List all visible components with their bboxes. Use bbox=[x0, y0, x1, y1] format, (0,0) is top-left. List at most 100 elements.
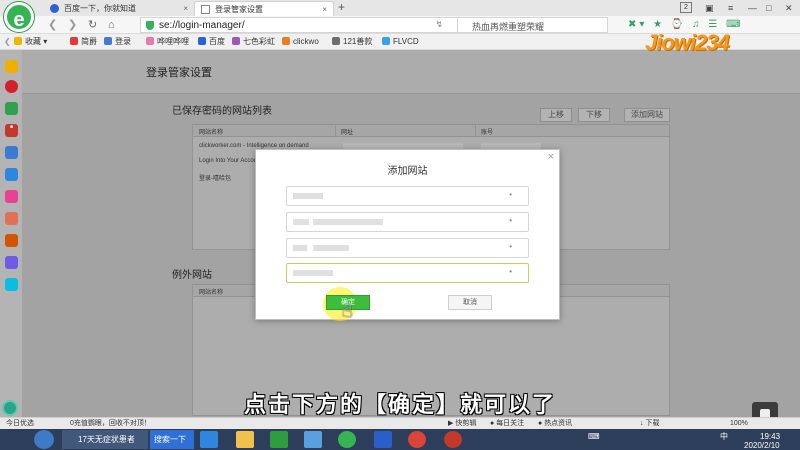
forward-icon[interactable]: ❯ bbox=[68, 18, 77, 32]
column-header: 网站名称 bbox=[199, 130, 224, 136]
bookmark-icon bbox=[232, 37, 240, 45]
move-up-button[interactable]: 上移 bbox=[540, 108, 572, 122]
close-window-icon[interactable]: ✕ bbox=[785, 1, 793, 15]
bookmarks-scroll-icon[interactable]: ❮ bbox=[4, 36, 11, 48]
bookmark-icon bbox=[70, 37, 78, 45]
game-icon[interactable] bbox=[5, 234, 18, 247]
keyboard-icon[interactable]: ⌨ bbox=[588, 432, 600, 441]
blurred-value bbox=[293, 193, 323, 199]
ime-indicator[interactable]: 中 bbox=[720, 432, 728, 441]
star-icon[interactable] bbox=[5, 60, 18, 73]
app-icon[interactable] bbox=[5, 256, 18, 269]
notes-icon[interactable] bbox=[5, 146, 18, 159]
blurred-value bbox=[313, 245, 349, 251]
bookmark-icon bbox=[282, 37, 290, 45]
blurred-value bbox=[293, 219, 309, 225]
page-title: 登录管家设置 bbox=[146, 67, 212, 79]
dropdown-icon[interactable]: • bbox=[509, 242, 512, 251]
status-zoom[interactable]: 100% bbox=[730, 419, 748, 429]
site-field-1[interactable]: • bbox=[286, 186, 529, 206]
sidebar: ■ bbox=[0, 50, 22, 417]
bookmark-item[interactable]: 哗哩哗哩 bbox=[146, 36, 189, 48]
status-label: 每日关注 bbox=[496, 420, 525, 427]
dropdown-icon[interactable]: • bbox=[509, 190, 512, 199]
cancel-button[interactable]: 取消 bbox=[448, 295, 492, 310]
shirt-icon[interactable]: ▣ bbox=[705, 1, 714, 15]
wps-icon[interactable] bbox=[374, 431, 392, 448]
cloud-icon[interactable] bbox=[304, 431, 322, 448]
status-news[interactable]: ● 热点资讯 bbox=[538, 419, 572, 429]
game-icon[interactable] bbox=[5, 190, 18, 203]
bookmark-favorites[interactable]: 收藏 ▾ bbox=[14, 36, 47, 48]
bolt-icon[interactable]: ↯ bbox=[435, 19, 443, 30]
clock-date[interactable]: 2020/2/10 bbox=[744, 441, 780, 450]
status-label: 100% bbox=[730, 420, 748, 427]
bookmark-icon bbox=[332, 37, 340, 45]
game-icon[interactable] bbox=[5, 212, 18, 225]
tab-baidu[interactable]: 百度一下，你就知道 × bbox=[44, 1, 194, 16]
weibo-icon[interactable] bbox=[5, 80, 18, 93]
bookmark-label: 百度 bbox=[209, 37, 225, 46]
browser-icon[interactable] bbox=[338, 431, 356, 448]
status-label: 快剪辑 bbox=[455, 420, 477, 427]
dropdown-icon[interactable]: • bbox=[509, 267, 512, 276]
store-icon[interactable] bbox=[270, 431, 288, 448]
bookmark-item[interactable]: 百度 bbox=[198, 36, 225, 48]
new-tab-button[interactable]: + bbox=[338, 0, 345, 15]
close-tab-icon[interactable]: × bbox=[322, 2, 327, 17]
status-featured[interactable]: 今日优选 bbox=[6, 419, 34, 429]
dropdown-icon[interactable]: • bbox=[509, 216, 512, 225]
status-quick-cut[interactable]: ▶ 快剪辑 bbox=[448, 419, 476, 429]
minimize-icon[interactable]: — bbox=[748, 1, 757, 15]
maximize-icon[interactable]: □ bbox=[766, 1, 771, 15]
status-daily[interactable]: ● 每日关注 bbox=[490, 419, 524, 429]
video-icon[interactable] bbox=[5, 168, 18, 181]
record-icon[interactable] bbox=[444, 431, 462, 448]
bookmark-item[interactable]: 登录 bbox=[104, 36, 131, 48]
add-site-button[interactable]: 添加网站 bbox=[624, 108, 670, 122]
taskbar-window[interactable]: 17天无症状患者 bbox=[62, 430, 148, 449]
menu-icon[interactable]: ≡ bbox=[728, 1, 733, 15]
dialog-title: 添加网站 bbox=[387, 166, 428, 177]
mail-icon[interactable] bbox=[5, 102, 18, 115]
move-down-button[interactable]: 下移 bbox=[578, 108, 610, 122]
blurred-value bbox=[293, 270, 333, 276]
back-icon[interactable]: ❮ bbox=[48, 18, 57, 32]
news-icon[interactable]: ■ bbox=[5, 124, 18, 137]
close-tab-icon[interactable]: × bbox=[183, 1, 188, 16]
ie-icon[interactable] bbox=[200, 431, 218, 448]
tab-login-manager[interactable]: 登录管家设置 × bbox=[194, 1, 334, 16]
search-input[interactable]: 热血再燃重塑荣耀 bbox=[458, 17, 608, 33]
windows-start-icon[interactable] bbox=[34, 430, 54, 449]
bookmark-item[interactable]: clickwo bbox=[282, 36, 319, 48]
site-field-3[interactable]: • bbox=[286, 238, 529, 258]
url-input[interactable]: se://login-manager/ ↯ bbox=[140, 17, 458, 33]
home-icon[interactable]: ⌂ bbox=[108, 18, 115, 32]
refresh-icon[interactable]: ↻ bbox=[88, 18, 97, 32]
chrome-icon[interactable] bbox=[408, 431, 426, 448]
column-header: 网址 bbox=[341, 130, 354, 136]
folder-icon[interactable] bbox=[236, 431, 254, 448]
clock-time[interactable]: 19:43 bbox=[760, 432, 780, 441]
bookmark-item[interactable]: 简爵 bbox=[70, 36, 97, 48]
status-download[interactable]: ↓ 下载 bbox=[640, 419, 659, 429]
close-icon[interactable]: × bbox=[548, 151, 554, 163]
bookmark-icon bbox=[146, 37, 154, 45]
status-clean-tip[interactable]: 0充值鹦眼，回收不对顶！ bbox=[70, 419, 151, 429]
table-header: 网站名称 网址 账号 bbox=[193, 125, 669, 137]
site-field-2[interactable]: • bbox=[286, 212, 529, 232]
site-field-4[interactable]: • bbox=[286, 263, 529, 283]
bookmark-item[interactable]: FLVCD bbox=[382, 36, 419, 48]
bookmark-item[interactable]: 121善款 bbox=[332, 36, 372, 48]
bookmark-icon bbox=[382, 37, 390, 45]
saved-sites-title: 已保存密码的网站列表 bbox=[172, 106, 272, 117]
hand-cursor-icon: ☝ bbox=[342, 301, 353, 321]
pay-icon[interactable] bbox=[5, 278, 18, 291]
window-count-badge[interactable]: 2 bbox=[680, 2, 692, 13]
search-label: 搜索一下 bbox=[154, 435, 186, 444]
bookmark-item[interactable]: 七色彩虹 bbox=[232, 36, 275, 48]
taskbar-search[interactable]: 搜索一下 bbox=[150, 430, 194, 449]
status-label: 热点资讯 bbox=[544, 420, 573, 427]
column-header: 账号 bbox=[481, 130, 494, 136]
exception-sites-title: 例外网站 bbox=[172, 270, 212, 281]
